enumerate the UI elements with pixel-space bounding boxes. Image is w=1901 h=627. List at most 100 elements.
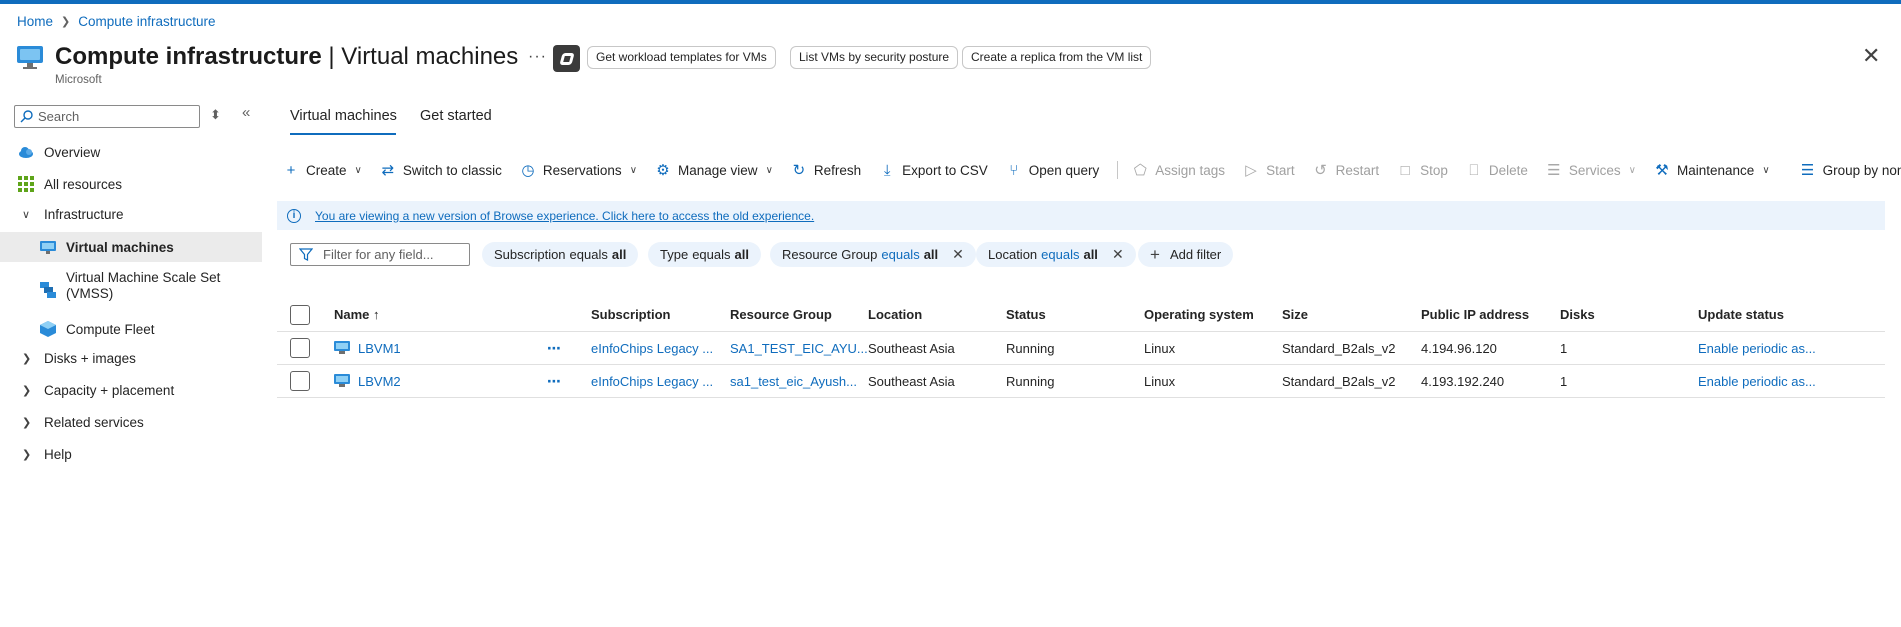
active-tab-indicator xyxy=(290,133,396,135)
column-header-os[interactable]: Operating system xyxy=(1144,298,1254,331)
filter-chip-type[interactable]: Type equals all xyxy=(648,242,761,267)
column-header-location[interactable]: Location xyxy=(868,298,922,331)
breadcrumb-home-link[interactable]: Home xyxy=(17,14,53,29)
maintenance-button[interactable]: ⚒ Maintenance ∨ xyxy=(1654,161,1770,179)
refresh-icon: ↻ xyxy=(792,162,806,179)
filter-chip-subscription[interactable]: Subscription equals all xyxy=(482,242,639,267)
subscription-link[interactable]: eInfoChips Legacy ... xyxy=(591,332,713,364)
group-list-icon: ☰ xyxy=(1800,162,1815,179)
sidebar-item-all-resources[interactable]: All resources xyxy=(0,169,262,199)
sort-toggle-icon[interactable]: ⬍ xyxy=(210,107,221,123)
vm-name-link[interactable]: LBVM2 xyxy=(358,374,401,389)
sidebar-item-vmss[interactable]: Virtual Machine Scale Set (VMSS) xyxy=(0,270,262,310)
refresh-button[interactable]: ↻ Refresh xyxy=(791,161,862,179)
sidebar-group-capacity-placement[interactable]: ❯ Capacity + placement xyxy=(0,375,262,405)
search-icon xyxy=(20,110,33,123)
chevron-down-icon: ∨ xyxy=(1762,164,1770,176)
column-header-name[interactable]: Name ↑ xyxy=(334,298,380,331)
stop-icon: □ xyxy=(1400,161,1410,179)
start-button[interactable]: ▷ Start xyxy=(1243,161,1294,179)
sidebar-group-infrastructure[interactable]: ∨ Infrastructure xyxy=(0,199,262,229)
subscription-link[interactable]: eInfoChips Legacy ... xyxy=(591,365,713,397)
delete-button[interactable]: ⎕ Delete xyxy=(1466,162,1528,179)
switch-to-classic-button[interactable]: ⇄ Switch to classic xyxy=(380,161,502,179)
resource-group-link[interactable]: sa1_test_eic_Ayush... xyxy=(730,365,857,397)
export-csv-button[interactable]: ⤓ Export to CSV xyxy=(879,162,988,179)
group-by-button[interactable]: ☰Group by none∨ xyxy=(1800,161,1901,179)
add-filter-button[interactable]: + Add filter xyxy=(1138,242,1234,267)
stop-button[interactable]: □ Stop xyxy=(1397,162,1448,179)
open-query-button[interactable]: ⑂ Open query xyxy=(1006,162,1099,179)
os-cell: Linux xyxy=(1144,373,1176,389)
column-header-subscription[interactable]: Subscription xyxy=(591,298,670,331)
sidebar-item-virtual-machines[interactable]: Virtual machines xyxy=(0,232,262,262)
vm-name-link[interactable]: LBVM1 xyxy=(358,341,401,356)
sidebar-group-disks-images[interactable]: ❯ Disks + images xyxy=(0,343,262,373)
sidebar-search-input[interactable]: Search xyxy=(14,105,200,128)
filter-chip-location[interactable]: Location equals all ✕ xyxy=(976,242,1136,267)
column-header-update-status[interactable]: Update status xyxy=(1698,298,1784,331)
table-row[interactable]: LBVM2 ⋯ eInfoChips Legacy ... sa1_test_e… xyxy=(277,365,1885,398)
manage-view-button[interactable]: ⚙ Manage view ∨ xyxy=(655,161,773,179)
remove-filter-icon[interactable]: ✕ xyxy=(1112,246,1124,263)
tab-get-started[interactable]: Get started xyxy=(420,108,492,124)
reservations-button[interactable]: ◷ Reservations ∨ xyxy=(520,161,637,179)
services-button[interactable]: ☰ Services ∨ xyxy=(1546,161,1636,179)
workload-templates-button[interactable]: Get workload templates for VMs xyxy=(587,46,776,69)
row-checkbox[interactable] xyxy=(290,365,310,397)
sidebar-item-label: Capacity + placement xyxy=(44,382,175,398)
status-cell: Running xyxy=(1006,373,1055,389)
select-all-checkbox[interactable] xyxy=(290,298,310,331)
chevron-right-icon: ❯ xyxy=(22,384,32,397)
virtual-machine-icon xyxy=(15,44,45,70)
breadcrumb-current-link[interactable]: Compute infrastructure xyxy=(78,14,215,29)
more-actions-icon[interactable]: ··· xyxy=(528,48,547,66)
filter-chip-resource-group[interactable]: Resource Group equals all ✕ xyxy=(770,242,976,267)
tab-virtual-machines[interactable]: Virtual machines xyxy=(290,108,397,124)
chevron-down-icon: ∨ xyxy=(629,164,638,176)
column-header-resource-group[interactable]: Resource Group xyxy=(730,298,832,331)
plus-icon: + xyxy=(1150,244,1160,264)
chevron-right-icon: ❯ xyxy=(22,352,32,365)
sidebar-item-compute-fleet[interactable]: Compute Fleet xyxy=(0,314,262,344)
sidebar-item-label: All resources xyxy=(44,176,123,192)
disks-cell: 1 xyxy=(1560,340,1568,356)
public-ip-cell: 4.193.192.240 xyxy=(1421,373,1505,389)
close-icon[interactable]: ✕ xyxy=(1862,45,1880,67)
sidebar-item-label: Related services xyxy=(44,414,144,430)
column-header-size[interactable]: Size xyxy=(1282,298,1308,331)
chevron-down-icon: ∨ xyxy=(22,208,31,221)
disks-cell: 1 xyxy=(1560,373,1568,389)
create-replica-button[interactable]: Create a replica from the VM list xyxy=(962,46,1152,69)
sidebar-group-help[interactable]: ❯ Help xyxy=(0,439,262,469)
column-header-public-ip[interactable]: Public IP address xyxy=(1421,298,1529,331)
vm-icon xyxy=(334,341,350,355)
sidebar-item-label: Virtual machines xyxy=(66,239,174,255)
column-header-status[interactable]: Status xyxy=(1006,298,1046,331)
update-status-link[interactable]: Enable periodic as... xyxy=(1698,332,1816,364)
os-cell: Linux xyxy=(1144,340,1176,356)
copilot-icon[interactable] xyxy=(553,45,580,72)
column-header-disks[interactable]: Disks xyxy=(1560,298,1595,331)
page-header: Compute infrastructure | Virtual machine… xyxy=(15,42,518,72)
row-checkbox[interactable] xyxy=(290,332,310,364)
page-title: Compute infrastructure | Virtual machine… xyxy=(55,43,519,70)
security-posture-button[interactable]: List VMs by security posture xyxy=(790,46,959,69)
update-status-link[interactable]: Enable periodic as... xyxy=(1698,365,1816,397)
filter-input[interactable]: Filter for any field... xyxy=(290,243,470,266)
table-row[interactable]: LBVM1 ⋯ eInfoChips Legacy ... SA1_TEST_E… xyxy=(277,332,1885,365)
resource-group-link[interactable]: SA1_TEST_EIC_AYU... xyxy=(730,332,868,364)
remove-filter-icon[interactable]: ✕ xyxy=(952,246,964,263)
chevron-down-icon: ∨ xyxy=(765,164,773,176)
restart-button[interactable]: ↺ Restart xyxy=(1313,161,1379,179)
collapse-sidebar-icon[interactable]: « xyxy=(242,104,250,121)
create-button[interactable]: + Create ∨ xyxy=(283,162,362,179)
chevron-down-icon: ∨ xyxy=(354,164,362,176)
row-more-icon[interactable]: ⋯ xyxy=(547,332,562,364)
old-experience-link[interactable]: You are viewing a new version of Browse … xyxy=(315,209,814,223)
fleet-icon xyxy=(40,321,56,337)
sidebar-item-overview[interactable]: Overview xyxy=(0,137,262,167)
row-more-icon[interactable]: ⋯ xyxy=(547,365,562,397)
sidebar-group-related-services[interactable]: ❯ Related services xyxy=(0,407,262,437)
assign-tags-button[interactable]: ⬠ Assign tags xyxy=(1132,161,1225,179)
